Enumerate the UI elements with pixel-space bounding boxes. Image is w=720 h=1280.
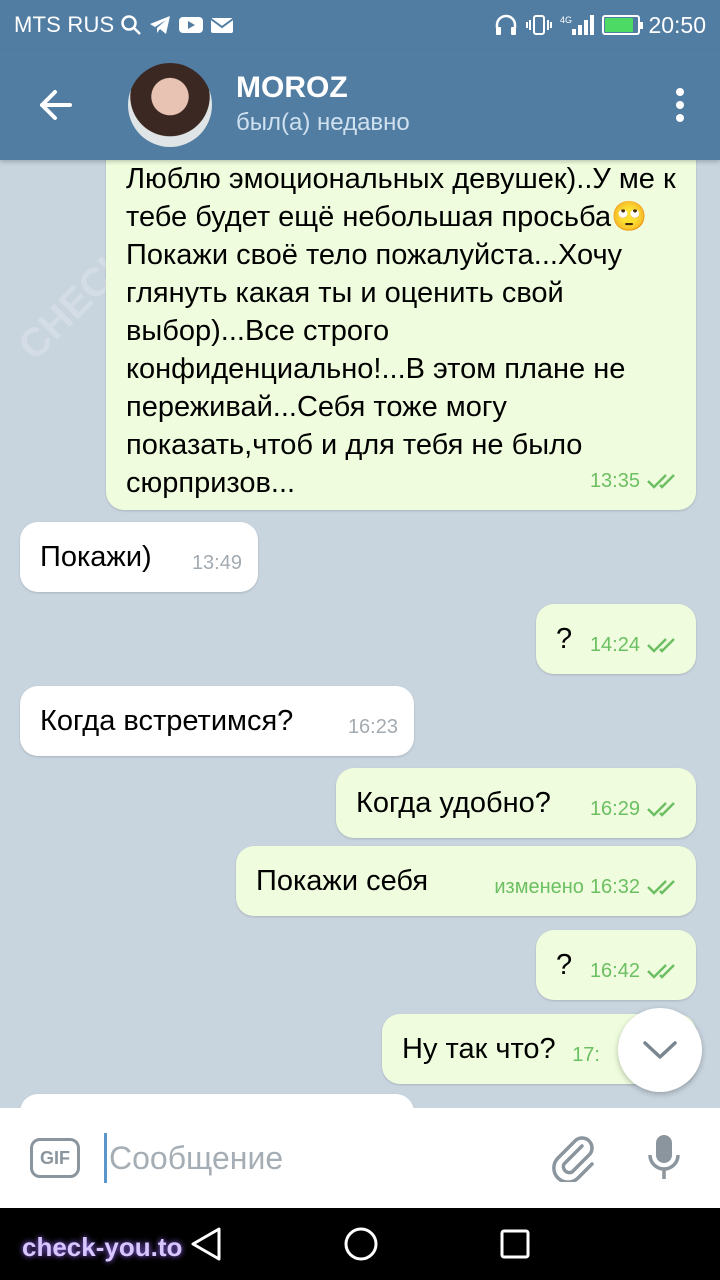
arrow-left-icon	[40, 90, 72, 120]
youtube-icon	[179, 17, 204, 33]
clock: 20:50	[648, 11, 706, 38]
microphone-icon	[648, 1135, 680, 1179]
message-text: Люблю эмоциональных девушек)..У ме к теб…	[126, 163, 676, 499]
contact-name: MOROZ	[236, 71, 348, 104]
telegram-icon	[150, 16, 171, 34]
more-vertical-icon	[676, 88, 684, 122]
message-time: 13:49	[191, 552, 242, 574]
signal-icon: 4G	[560, 15, 595, 35]
svg-text:4G: 4G	[560, 15, 572, 25]
message-time: 16:42	[589, 960, 640, 982]
carrier-label: MTS RUS	[14, 12, 115, 37]
message-meta: 17:	[572, 1036, 600, 1074]
message-bubble-incoming[interactable]: Покажи) 13:49	[20, 522, 258, 592]
chat-area[interactable]: CHECK-YOU.ME Люблю эмоциональных девушек…	[0, 160, 720, 1108]
message-meta: 14:24	[590, 626, 680, 664]
vibrate-icon	[526, 15, 553, 35]
chevron-down-icon	[643, 1041, 677, 1059]
status-bar: MTS RUS 4G 20:50	[0, 0, 720, 50]
search-icon	[121, 15, 142, 35]
notification-icons	[120, 14, 234, 36]
double-check-icon	[647, 802, 675, 817]
back-button[interactable]	[0, 50, 110, 160]
home-circle-icon[interactable]	[343, 1226, 379, 1262]
message-meta: 16:29	[590, 790, 680, 828]
message-time: 16:29	[589, 798, 640, 820]
attach-button[interactable]	[544, 1128, 604, 1188]
message-time: 17:	[572, 1044, 600, 1066]
contact-info[interactable]: MOROZ был(а) недавно	[236, 70, 410, 140]
message-time: 16:32	[589, 876, 640, 898]
message-bubble-outgoing[interactable]: Когда удобно? 16:29	[336, 768, 696, 838]
double-check-icon	[647, 474, 675, 489]
message-time: 16:23	[347, 716, 398, 738]
message-bubble-incoming[interactable]: Когда встретимся? 16:23	[20, 686, 414, 756]
message-meta: 13:49	[192, 544, 242, 582]
back-triangle-icon[interactable]	[189, 1226, 223, 1262]
paperclip-icon	[552, 1136, 594, 1182]
message-bubble-outgoing[interactable]: Люблю эмоциональных девушек)..У ме к теб…	[106, 160, 696, 510]
contact-status: был(а) недавно	[236, 109, 410, 136]
double-check-icon	[647, 880, 675, 895]
message-meta: 16:23	[348, 708, 398, 746]
mail-icon	[210, 18, 234, 33]
scroll-down-button[interactable]	[618, 1008, 702, 1092]
message-input[interactable]	[104, 1133, 524, 1183]
message-time: 14:24	[589, 634, 640, 656]
double-check-icon	[647, 964, 675, 979]
headset-icon	[496, 14, 517, 35]
watermark-text: check-you.to	[22, 1232, 183, 1262]
message-meta: изменено 16:32	[494, 868, 680, 906]
battery-icon	[602, 15, 644, 35]
microphone-button[interactable]	[634, 1128, 694, 1188]
chat-header: MOROZ был(а) недавно	[0, 50, 720, 160]
system-icons: 4G 20:50	[494, 12, 706, 39]
message-bubble-outgoing[interactable]: ? 16:42	[536, 930, 696, 1000]
message-meta: 13:35	[590, 462, 680, 500]
avatar[interactable]	[128, 63, 212, 147]
recents-square-icon[interactable]	[499, 1228, 531, 1260]
message-meta: 16:42	[590, 952, 680, 990]
message-bubble-incoming-partial[interactable]	[20, 1094, 414, 1108]
message-composer: GIF	[0, 1108, 720, 1208]
message-bubble-outgoing[interactable]: Покажи себя изменено 16:32	[236, 846, 696, 916]
edited-label: изменено	[494, 876, 584, 898]
message-bubble-outgoing[interactable]: ? 14:24	[536, 604, 696, 674]
gif-button[interactable]: GIF	[30, 1138, 80, 1178]
double-check-icon	[647, 638, 675, 653]
message-time: 13:35	[589, 470, 640, 492]
message-text: Когда встретимся?	[40, 705, 294, 737]
more-options-button[interactable]	[650, 50, 710, 160]
